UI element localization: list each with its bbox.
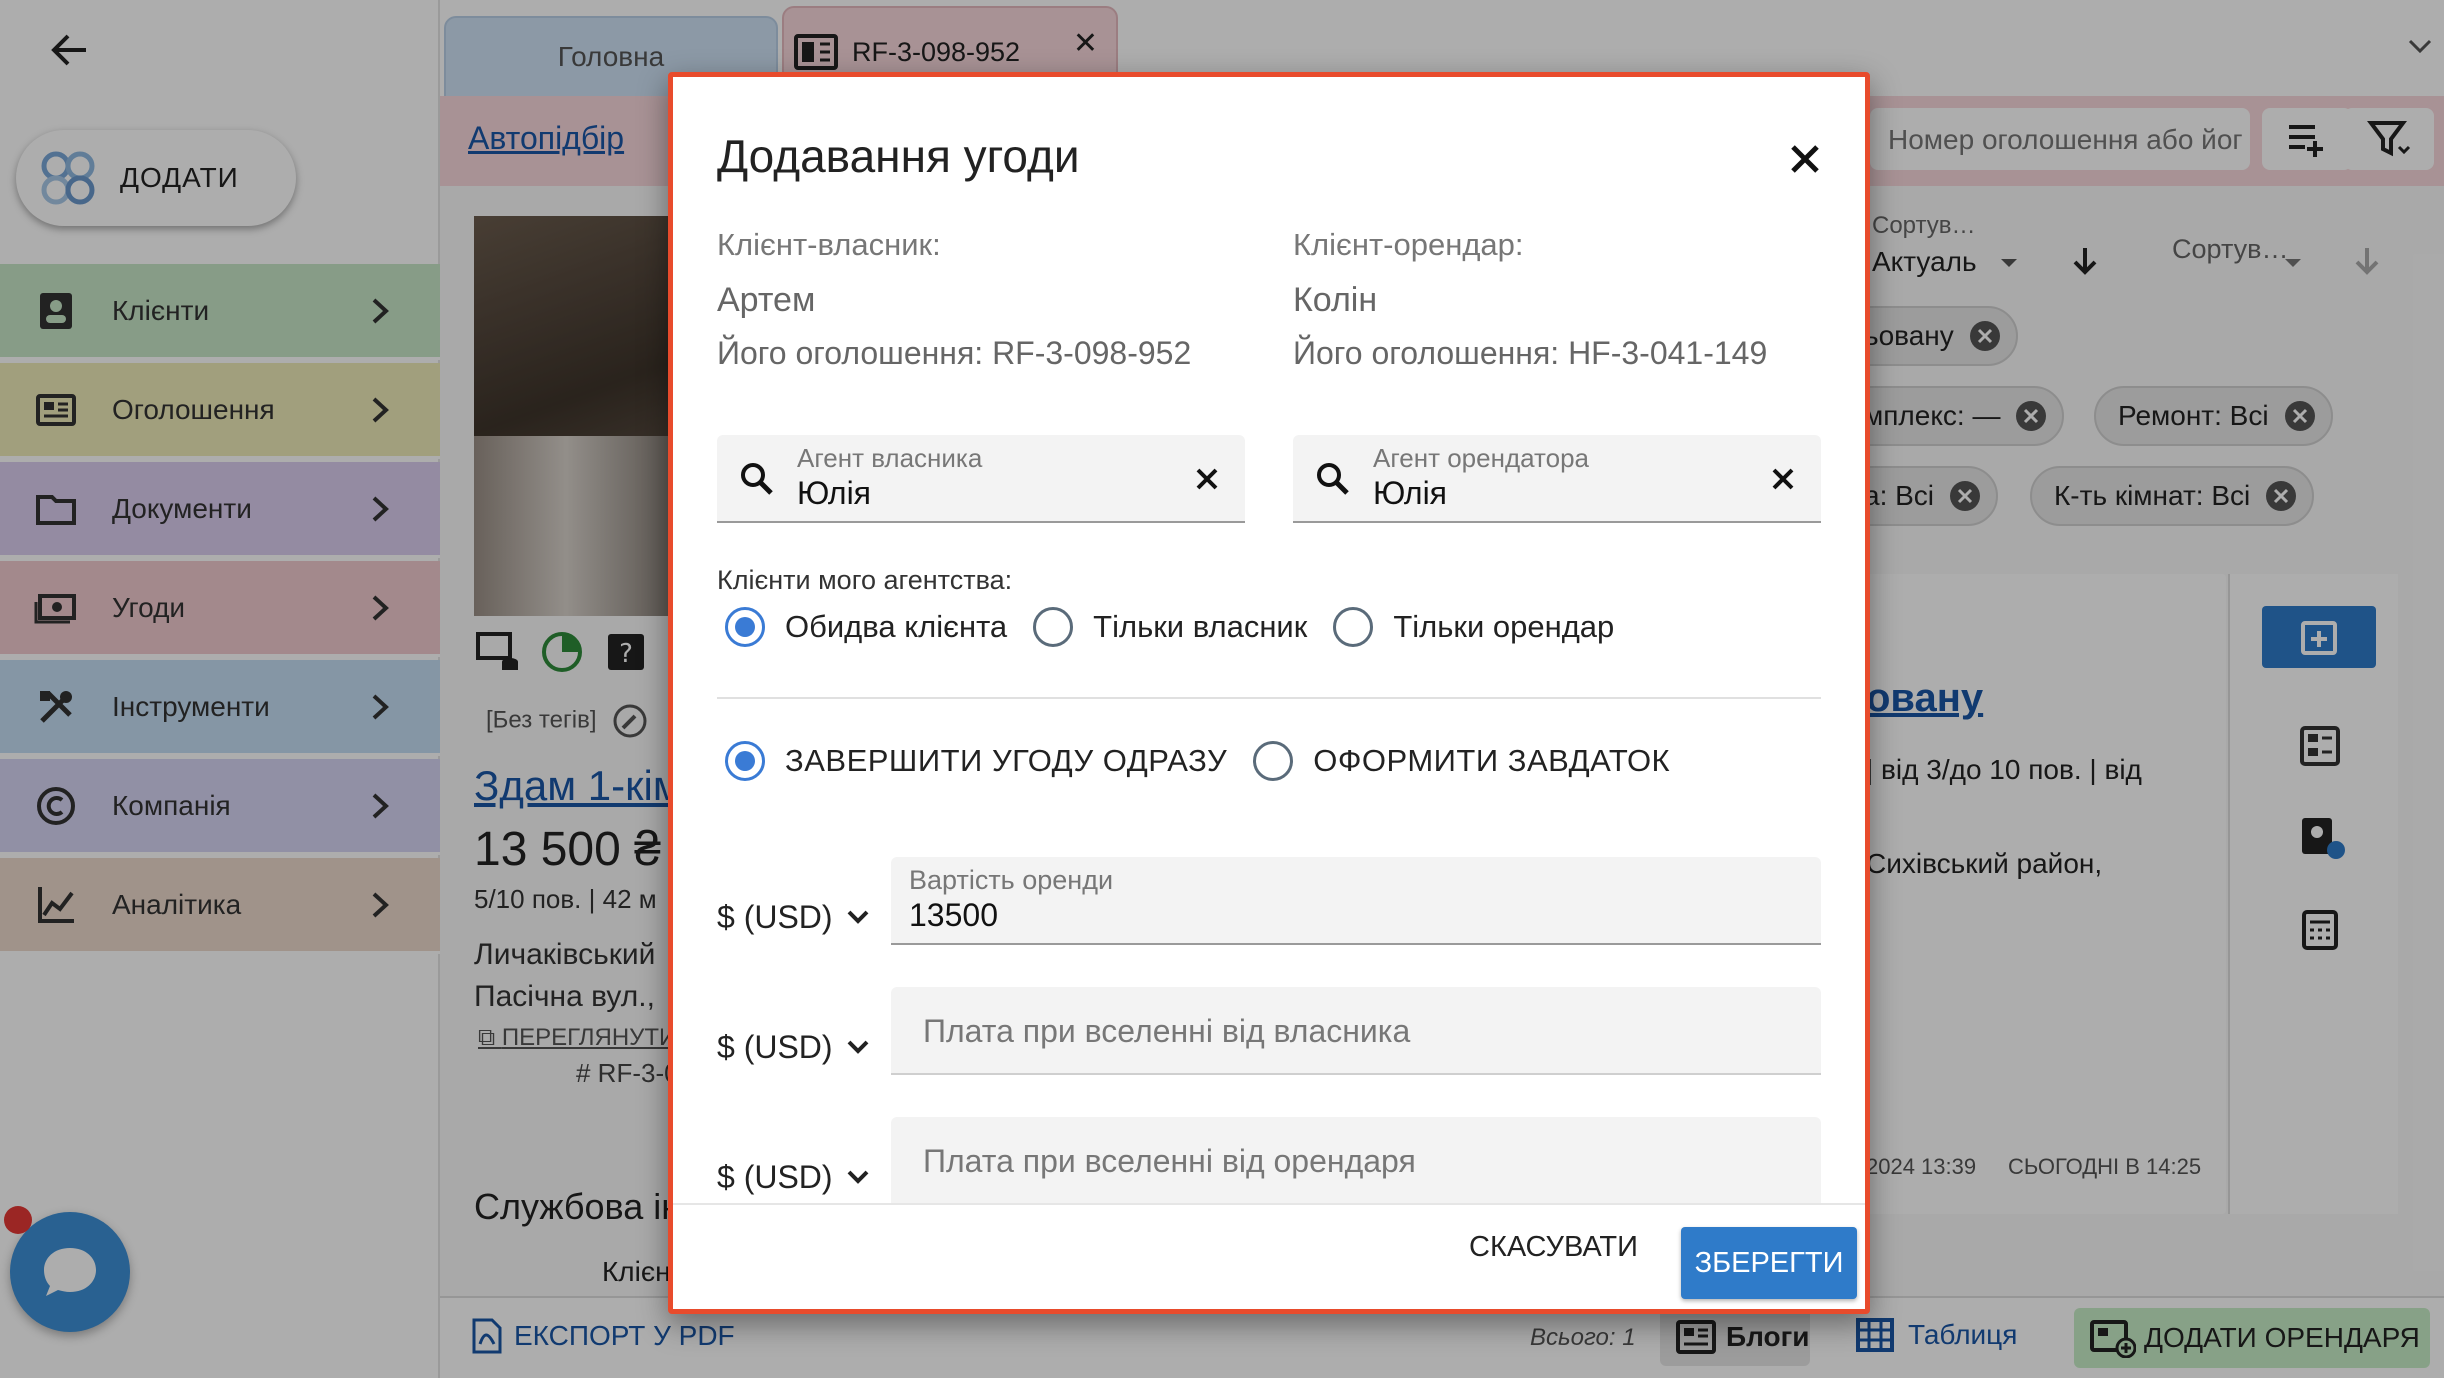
owner-name: Артем: [717, 281, 816, 319]
search-icon: [737, 459, 777, 499]
radio-label: Тільки орендар: [1393, 609, 1615, 644]
radio-indicator: [1033, 607, 1074, 647]
tenant-agent-value: Юлія: [1373, 475, 1447, 511]
agency-clients-label: Клієнти мого агентства:: [717, 565, 1013, 595]
chevron-down-icon: [843, 902, 873, 932]
currency-value: $ (USD): [717, 898, 833, 935]
chevron-down-icon: [843, 1162, 873, 1192]
radio-deposit[interactable]: ОФОРМИТИ ЗАВДАТОК: [1253, 741, 1670, 781]
owner-ad: Його оголошення: RF-3-098-952: [717, 335, 1192, 371]
tenant-ad: Його оголошення: HF-3-041-149: [1293, 335, 1768, 371]
close-icon[interactable]: [1779, 133, 1831, 185]
radio-label: ЗАВЕРШИТИ УГОДУ ОДРАЗУ: [785, 743, 1228, 778]
tenant-agent-label: Агент орендатора: [1373, 443, 1589, 473]
currency-select-rent[interactable]: $ (USD): [717, 887, 877, 947]
divider: [717, 697, 1821, 699]
owner-fee-placeholder: Плата при вселенні від власника: [923, 1013, 1411, 1049]
currency-value: $ (USD): [717, 1028, 833, 1065]
radio-indicator: [725, 741, 765, 781]
radio-label: ОФОРМИТИ ЗАВДАТОК: [1313, 743, 1671, 778]
clear-icon[interactable]: [1767, 463, 1799, 495]
rent-price-field[interactable]: Вартість оренди 13500: [891, 857, 1821, 945]
tenant-fee-placeholder: Плата при вселенні від орендаря: [923, 1143, 1416, 1179]
radio-tenant-only[interactable]: Тільки орендар: [1333, 607, 1614, 647]
owner-agent-value: Юлія: [797, 475, 871, 511]
cancel-button[interactable]: СКАСУВАТИ: [1469, 1231, 1638, 1264]
add-deal-dialog: Додавання угоди Клієнт-власник: Артем Йо…: [668, 72, 1870, 1314]
owner-fee-field[interactable]: Плата при вселенні від власника: [891, 987, 1821, 1075]
save-button[interactable]: ЗБЕРЕГТИ: [1681, 1227, 1857, 1299]
owner-label: Клієнт-власник:: [717, 227, 941, 262]
radio-owner-only[interactable]: Тільки власник: [1033, 607, 1307, 647]
currency-value: $ (USD): [717, 1158, 833, 1195]
tenant-label: Клієнт-орендар:: [1293, 227, 1524, 262]
radio-indicator: [725, 607, 765, 647]
search-icon: [1313, 459, 1353, 499]
clear-icon[interactable]: [1191, 463, 1223, 495]
dialog-title: Додавання угоди: [717, 130, 1080, 182]
radio-indicator: [1333, 607, 1374, 647]
tenant-agent-field[interactable]: Агент орендатора Юлія: [1293, 435, 1821, 523]
tenant-fee-field[interactable]: Плата при вселенні від орендаря: [891, 1117, 1821, 1205]
chevron-down-icon: [843, 1032, 873, 1062]
owner-agent-field[interactable]: Агент власника Юлія: [717, 435, 1245, 523]
owner-agent-label: Агент власника: [797, 443, 983, 473]
currency-select-owner-fee[interactable]: $ (USD): [717, 1017, 877, 1077]
rent-price-value: 13500: [909, 897, 998, 933]
tenant-name: Колін: [1293, 281, 1378, 319]
agency-clients-radio-group: Обидва клієнта Тільки власник Тільки оре…: [725, 607, 1640, 647]
radio-both-clients[interactable]: Обидва клієнта: [725, 607, 1007, 647]
radio-complete-now[interactable]: ЗАВЕРШИТИ УГОДУ ОДРАЗУ: [725, 741, 1227, 781]
radio-indicator: [1253, 741, 1294, 781]
radio-label: Обидва клієнта: [785, 609, 1008, 644]
rent-price-label: Вартість оренди: [909, 865, 1114, 895]
deal-mode-radio-group: ЗАВЕРШИТИ УГОДУ ОДРАЗУ ОФОРМИТИ ЗАВДАТОК: [725, 741, 1696, 781]
radio-label: Тільки власник: [1093, 609, 1308, 644]
currency-select-tenant-fee[interactable]: $ (USD): [717, 1147, 877, 1207]
